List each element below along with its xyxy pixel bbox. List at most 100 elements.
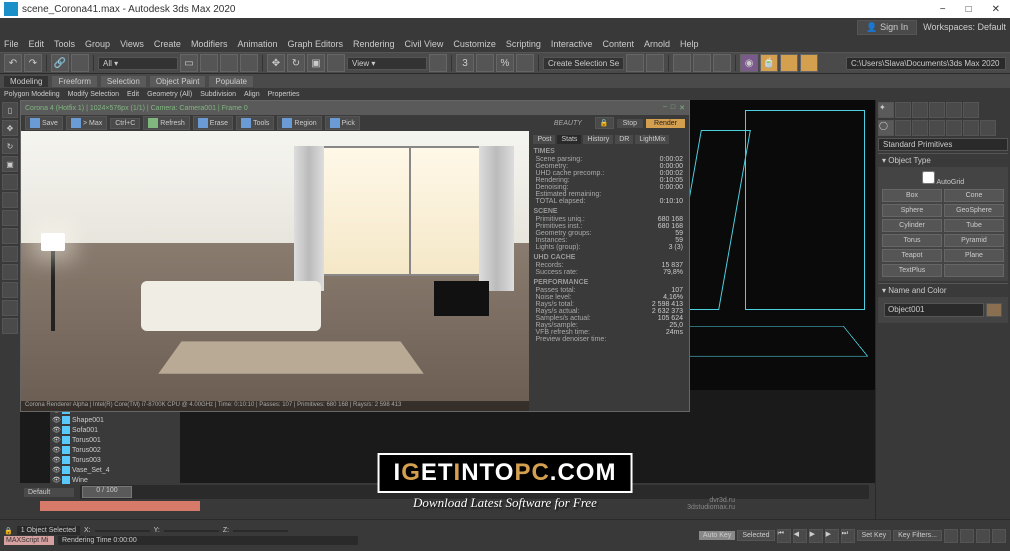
- workspaces-dropdown[interactable]: Workspaces: Default: [923, 22, 1006, 32]
- primitive-button[interactable]: Plane: [944, 249, 1004, 262]
- subribbon-properties[interactable]: Properties: [268, 91, 300, 98]
- undo-button[interactable]: ↶: [4, 54, 22, 72]
- subribbon-modifysel[interactable]: Modify Selection: [68, 91, 119, 98]
- spinner-snap-button[interactable]: [516, 54, 534, 72]
- menu-modifiers[interactable]: Modifiers: [191, 39, 228, 49]
- primitive-button[interactable]: Box: [882, 189, 942, 202]
- menu-animation[interactable]: Animation: [237, 39, 277, 49]
- layer-button[interactable]: [673, 54, 691, 72]
- primitive-button[interactable]: GeoSphere: [944, 204, 1004, 217]
- stats-tab-lightmix[interactable]: LightMix: [635, 135, 669, 144]
- vfb-tools[interactable]: Tools: [236, 116, 274, 130]
- lt-tool13[interactable]: [2, 318, 18, 334]
- placement-button[interactable]: [327, 54, 345, 72]
- lt-tool8[interactable]: [2, 228, 18, 244]
- menu-create[interactable]: Create: [154, 39, 181, 49]
- goto-end[interactable]: ⏭: [841, 529, 855, 543]
- vfb-lock[interactable]: 🔒: [595, 117, 614, 129]
- utilities-tab[interactable]: [963, 102, 979, 118]
- menu-group[interactable]: Group: [85, 39, 110, 49]
- selection-set[interactable]: Create Selection Se: [543, 57, 624, 70]
- redo-button[interactable]: ↷: [24, 54, 42, 72]
- vfb-erase[interactable]: Erase: [193, 116, 233, 130]
- lights-subtab[interactable]: [912, 120, 928, 136]
- lt-move[interactable]: ✥: [2, 120, 18, 136]
- geometry-subtab[interactable]: ◯: [878, 120, 894, 136]
- render-output-image[interactable]: Corona Renderer Alpha | Intel(R) Core(TM…: [21, 131, 529, 411]
- angle-snap-button[interactable]: [476, 54, 494, 72]
- close-button[interactable]: ✕: [986, 4, 1006, 15]
- selected-dropdown[interactable]: Selected: [737, 530, 774, 541]
- primitive-button[interactable]: Cone: [944, 189, 1004, 202]
- curve-editor-button[interactable]: [693, 54, 711, 72]
- menu-edit[interactable]: Edit: [29, 39, 45, 49]
- ribbon-freeform[interactable]: Freeform: [52, 76, 96, 87]
- lt-scale[interactable]: ▣: [2, 156, 18, 172]
- primitive-button[interactable]: Cylinder: [882, 219, 942, 232]
- display-tab[interactable]: [946, 102, 962, 118]
- refcoord-dropdown[interactable]: View ▾: [347, 57, 427, 70]
- rotate-button[interactable]: ↻: [287, 54, 305, 72]
- render-frame-button[interactable]: [780, 54, 798, 72]
- object-color-swatch[interactable]: [986, 303, 1002, 317]
- coord-y[interactable]: [164, 530, 219, 532]
- lt-tool12[interactable]: [2, 300, 18, 316]
- lt-rotate[interactable]: ↻: [2, 138, 18, 154]
- modify-tab[interactable]: [895, 102, 911, 118]
- stats-tab-post[interactable]: Post: [533, 135, 555, 144]
- lt-tool6[interactable]: [2, 192, 18, 208]
- vfb-channel[interactable]: BEAUTY: [554, 120, 582, 127]
- systems-subtab[interactable]: [980, 120, 996, 136]
- stats-tab-dr[interactable]: DR: [615, 135, 633, 144]
- subribbon-subdivision[interactable]: Subdivision: [200, 91, 236, 98]
- primitive-button[interactable]: Tube: [944, 219, 1004, 232]
- ribbon-modeling[interactable]: Modeling: [4, 76, 48, 87]
- maximize-button[interactable]: □: [960, 4, 978, 15]
- vfb-ctrlc[interactable]: Ctrl+C: [110, 118, 140, 129]
- lt-tool11[interactable]: [2, 282, 18, 298]
- primitive-button[interactable]: Torus: [882, 234, 942, 247]
- menu-interactive[interactable]: Interactive: [551, 39, 593, 49]
- setkey-button[interactable]: Set Key: [857, 530, 892, 541]
- subribbon-align[interactable]: Align: [244, 91, 260, 98]
- lt-tool10[interactable]: [2, 264, 18, 280]
- corona-titlebar[interactable]: Corona 4 (Hotfix 1) | 1024×576px (1/1) |…: [21, 101, 689, 115]
- menu-help[interactable]: Help: [680, 39, 699, 49]
- autokey-button[interactable]: Auto Key: [699, 531, 735, 540]
- schematic-button[interactable]: [713, 54, 731, 72]
- primitive-button[interactable]: Pyramid: [944, 234, 1004, 247]
- next-frame[interactable]: ▶: [825, 529, 839, 543]
- vfb-render[interactable]: Render: [646, 119, 685, 128]
- render-button[interactable]: [800, 54, 818, 72]
- prev-frame[interactable]: ◀: [793, 529, 807, 543]
- material-editor-button[interactable]: ◉: [740, 54, 758, 72]
- primitive-button[interactable]: Teapot: [882, 249, 942, 262]
- coord-x[interactable]: [95, 530, 150, 532]
- snap-button[interactable]: 3: [456, 54, 474, 72]
- signin-button[interactable]: 👤 Sign In: [857, 20, 917, 35]
- link-button[interactable]: 🔗: [51, 54, 69, 72]
- vfb-close[interactable]: ✕: [679, 104, 685, 112]
- timeline-handle[interactable]: 0 / 100: [82, 486, 132, 498]
- object-name-field[interactable]: Object001: [884, 303, 984, 317]
- menu-civilview[interactable]: Civil View: [405, 39, 444, 49]
- align-button[interactable]: [646, 54, 664, 72]
- vfb-minimize[interactable]: −: [663, 104, 667, 112]
- lock-icon[interactable]: 🔒: [4, 527, 13, 535]
- goto-start[interactable]: ⏮: [777, 529, 791, 543]
- menu-content[interactable]: Content: [602, 39, 634, 49]
- vfb-region[interactable]: Region: [277, 116, 321, 130]
- pivot-button[interactable]: [429, 54, 447, 72]
- menu-rendering[interactable]: Rendering: [353, 39, 395, 49]
- vfb-save[interactable]: Save: [25, 116, 63, 130]
- coord-z[interactable]: [233, 530, 288, 532]
- scale-button[interactable]: ▣: [307, 54, 325, 72]
- vfb-tomax[interactable]: > Max: [66, 116, 107, 130]
- lt-tool5[interactable]: [2, 174, 18, 190]
- maxscript-listener[interactable]: MAXScript Mi: [4, 536, 54, 545]
- move-button[interactable]: ✥: [267, 54, 285, 72]
- menu-file[interactable]: File: [4, 39, 19, 49]
- spacewarps-subtab[interactable]: [963, 120, 979, 136]
- subribbon-edit[interactable]: Edit: [127, 91, 139, 98]
- project-path[interactable]: C:\Users\Slava\Documents\3ds Max 2020: [846, 57, 1006, 70]
